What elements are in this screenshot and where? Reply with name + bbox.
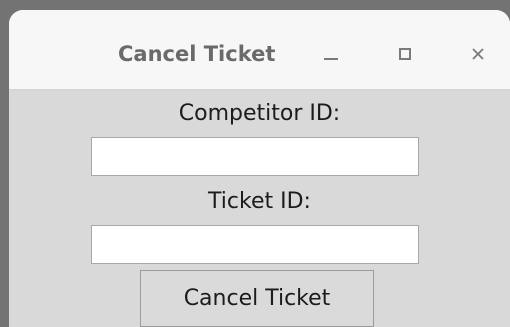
competitor-id-label: Competitor ID: (178, 101, 341, 126)
app-window: Cancel Ticket Competitor ID: Ticket ID: … (9, 10, 510, 327)
ticket-id-input[interactable] (91, 225, 419, 264)
cancel-ticket-button[interactable]: Cancel Ticket (140, 270, 374, 327)
form-body: Competitor ID: Ticket ID: Cancel Ticket (9, 90, 510, 327)
close-button[interactable] (462, 38, 494, 70)
window-title: Cancel Ticket (118, 42, 276, 66)
ticket-id-label: Ticket ID: (208, 189, 311, 214)
minimize-button[interactable] (315, 38, 347, 70)
title-bar[interactable]: Cancel Ticket (9, 10, 510, 90)
close-icon (472, 48, 484, 60)
minimize-icon (324, 58, 338, 60)
maximize-button[interactable] (389, 38, 421, 70)
maximize-icon (399, 48, 411, 60)
competitor-id-input[interactable] (91, 137, 419, 176)
